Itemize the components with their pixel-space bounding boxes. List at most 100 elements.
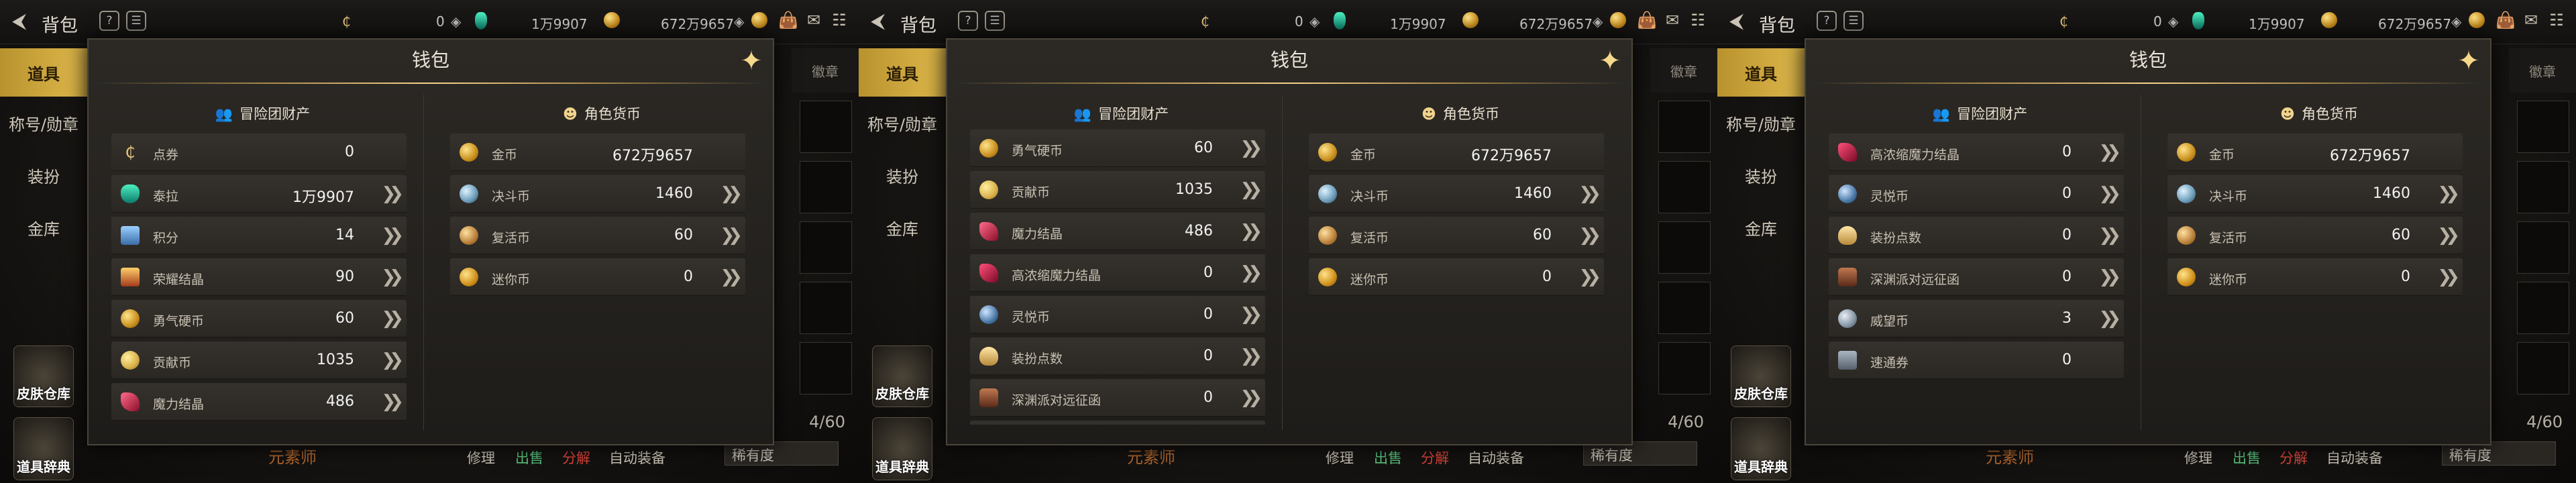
chevron-right-icon[interactable]: ❯❯: [2098, 142, 2121, 162]
help-icon[interactable]: ?: [1817, 11, 1837, 31]
chevron-right-icon[interactable]: ❯❯: [381, 267, 403, 287]
currency-row[interactable]: 灵悦币 0 ❯❯: [970, 296, 1265, 333]
document-icon[interactable]: ☰: [126, 11, 146, 31]
chevron-right-icon[interactable]: ❯❯: [1578, 225, 1601, 246]
currency-row[interactable]: 贡献币 1035 ❯❯: [111, 341, 407, 379]
repair-button[interactable]: 修理: [462, 446, 500, 469]
skin-storage-button[interactable]: 皮肤仓库: [872, 345, 932, 407]
bag-icon[interactable]: 👜: [777, 11, 800, 31]
mail-icon[interactable]: ✉: [2520, 11, 2542, 31]
currency-row[interactable]: 迷你币 0 ❯❯: [2167, 258, 2463, 296]
inventory-slot[interactable]: [800, 161, 852, 213]
currency-row[interactable]: 决斗币 1460 ❯❯: [1309, 175, 1604, 213]
help-icon[interactable]: ?: [99, 11, 119, 31]
decompose-button[interactable]: 分解: [557, 446, 596, 469]
chat-icon[interactable]: ☷: [2545, 11, 2568, 31]
chevron-right-icon[interactable]: ❯❯: [381, 350, 403, 370]
currency-row[interactable]: 装扮点数 0 ❯❯: [1829, 217, 2124, 254]
sell-button[interactable]: 出售: [510, 446, 549, 469]
plus-icon[interactable]: ◈: [734, 13, 744, 30]
currency-row[interactable]: 勇气硬币 60 ❯❯: [111, 300, 407, 337]
inventory-slot[interactable]: [800, 282, 852, 334]
tab-titles[interactable]: 称号/勋章: [0, 97, 87, 149]
tab-costume[interactable]: 装扮: [859, 149, 946, 201]
inventory-slot[interactable]: [2517, 342, 2569, 394]
inventory-slot[interactable]: [2517, 282, 2569, 334]
tab-items[interactable]: 道具: [1717, 48, 1805, 97]
plus-icon[interactable]: ◈: [1593, 13, 1603, 30]
plus-icon[interactable]: ◈: [2168, 13, 2178, 30]
inventory-slot[interactable]: [2517, 221, 2569, 274]
back-arrow-icon[interactable]: ⮜: [12, 9, 26, 33]
close-icon[interactable]: ✦: [2455, 48, 2482, 74]
tab-vault[interactable]: 金库: [1717, 201, 1805, 254]
currency-row[interactable]: 积分 14 ❯❯: [111, 217, 407, 254]
currency-row[interactable]: 高浓缩魔力结晶 0 ❯❯: [1829, 133, 2124, 171]
chevron-right-icon[interactable]: ❯❯: [2437, 225, 2459, 246]
chevron-right-icon[interactable]: ❯❯: [2437, 267, 2459, 287]
chevron-right-icon[interactable]: ❯❯: [720, 225, 742, 246]
help-icon[interactable]: ?: [958, 11, 978, 31]
chevron-right-icon[interactable]: ❯❯: [1240, 221, 1262, 241]
tab-costume[interactable]: 装扮: [0, 149, 87, 201]
sell-button[interactable]: 出售: [2227, 446, 2266, 469]
tab-costume[interactable]: 装扮: [1717, 149, 1805, 201]
currency-row[interactable]: 荣耀结晶 90 ❯❯: [111, 258, 407, 296]
auto-equip-button[interactable]: 自动装备: [1462, 446, 1529, 469]
currency-row[interactable]: 威望币 3 ❯❯: [1829, 300, 2124, 337]
left-rows[interactable]: 高浓缩魔力结晶 0 ❯❯ 灵悦币 0 ❯❯ 装扮点数 0 ❯❯ 深渊派对远征函 0 ❯❯…: [1819, 133, 2141, 429]
repair-button[interactable]: 修理: [1320, 446, 1359, 469]
currency-row[interactable]: 装扮点数 0 ❯❯: [970, 337, 1265, 375]
document-icon[interactable]: ☰: [985, 11, 1005, 31]
plus-icon[interactable]: ◈: [2451, 13, 2461, 30]
inventory-slot[interactable]: [2517, 161, 2569, 213]
close-icon[interactable]: ✦: [1597, 48, 1623, 74]
currency-row[interactable]: 贡献币 1035 ❯❯: [970, 171, 1265, 209]
decompose-button[interactable]: 分解: [1415, 446, 1454, 469]
close-icon[interactable]: ✦: [738, 48, 765, 74]
bag-icon[interactable]: 👜: [2494, 11, 2517, 31]
currency-row[interactable]: 决斗币 1460 ❯❯: [450, 175, 745, 213]
tab-badge[interactable]: 徽章: [2509, 48, 2576, 93]
currency-row[interactable]: 复活币 60 ❯❯: [2167, 217, 2463, 254]
inventory-slot[interactable]: [1658, 282, 1711, 334]
chat-icon[interactable]: ☷: [1686, 11, 1709, 31]
chevron-right-icon[interactable]: ❯❯: [1578, 184, 1601, 204]
tab-titles[interactable]: 称号/勋章: [859, 97, 946, 149]
chevron-right-icon[interactable]: ❯❯: [1240, 305, 1262, 325]
chevron-right-icon[interactable]: ❯❯: [2098, 267, 2121, 287]
chevron-right-icon[interactable]: ❯❯: [1578, 267, 1601, 287]
bag-icon[interactable]: 👜: [1635, 11, 1658, 31]
left-rows[interactable]: ₵ 点券 0 泰拉 1万9907 ❯❯ 积分 14 ❯❯ 荣耀结晶 90 ❯❯ 勇气硬…: [102, 133, 423, 429]
currency-row[interactable]: 深渊派对远征函 0 ❯❯: [970, 379, 1265, 417]
auto-equip-button[interactable]: 自动装备: [2321, 446, 2388, 469]
chevron-right-icon[interactable]: ❯❯: [381, 309, 403, 329]
document-icon[interactable]: ☰: [1843, 11, 1864, 31]
chevron-right-icon[interactable]: ❯❯: [2098, 184, 2121, 204]
tab-vault[interactable]: 金库: [859, 201, 946, 254]
back-arrow-icon[interactable]: ⮜: [1729, 9, 1743, 33]
skin-storage-button[interactable]: 皮肤仓库: [13, 345, 74, 407]
currency-row[interactable]: 迷你币 0 ❯❯: [450, 258, 745, 296]
chevron-right-icon[interactable]: ❯❯: [2098, 309, 2121, 329]
chevron-right-icon[interactable]: ❯❯: [1240, 346, 1262, 366]
plus-icon[interactable]: ◈: [1309, 13, 1320, 30]
chevron-right-icon[interactable]: ❯❯: [381, 392, 403, 412]
tab-badge[interactable]: 徽章: [1650, 48, 1717, 93]
currency-row[interactable]: 复活币 60 ❯❯: [1309, 217, 1604, 254]
inventory-slot[interactable]: [2517, 101, 2569, 153]
inventory-slot[interactable]: [800, 101, 852, 153]
chat-icon[interactable]: ☷: [828, 11, 851, 31]
chevron-right-icon[interactable]: ❯❯: [1240, 138, 1262, 158]
inventory-slot[interactable]: [1658, 342, 1711, 394]
inventory-slot[interactable]: [800, 342, 852, 394]
plus-icon[interactable]: ◈: [451, 13, 461, 30]
chevron-right-icon[interactable]: ❯❯: [720, 267, 742, 287]
repair-button[interactable]: 修理: [2179, 446, 2218, 469]
inventory-slot[interactable]: [800, 221, 852, 274]
chevron-right-icon[interactable]: ❯❯: [2098, 225, 2121, 246]
currency-row[interactable]: 迷你币 0 ❯❯: [1309, 258, 1604, 296]
chevron-right-icon[interactable]: ❯❯: [1240, 388, 1262, 408]
chevron-right-icon[interactable]: ❯❯: [1240, 180, 1262, 200]
chevron-right-icon[interactable]: ❯❯: [720, 184, 742, 204]
